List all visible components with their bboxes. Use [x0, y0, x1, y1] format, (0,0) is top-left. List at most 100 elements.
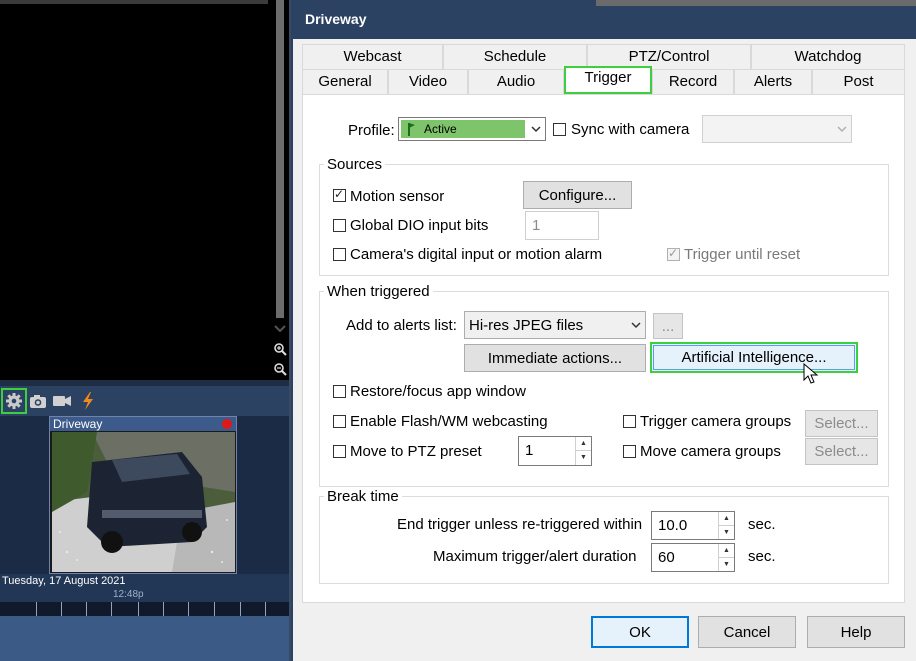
- video-scrollbar[interactable]: [270, 0, 290, 380]
- motion-sensor-checkbox[interactable]: [333, 187, 346, 202]
- tab-post[interactable]: Post: [812, 69, 905, 94]
- snapshot-button[interactable]: [27, 390, 49, 412]
- restore-focus-label: Restore/focus app window: [350, 383, 526, 400]
- tab-label: General: [318, 73, 372, 90]
- camera-icon: [30, 395, 46, 408]
- profile-value: Active: [424, 122, 457, 136]
- zoom-in-icon[interactable]: [273, 342, 287, 356]
- tab-alerts[interactable]: Alerts: [734, 69, 812, 94]
- dialog-title-bar[interactable]: Driveway: [291, 0, 916, 39]
- global-dio-label: Global DIO input bits: [350, 217, 489, 234]
- sources-group-title: Sources: [324, 156, 386, 173]
- camera-thumbnail[interactable]: Driveway: [49, 416, 237, 574]
- tab-label: Post: [843, 73, 874, 90]
- move-camera-groups-label: Move camera groups: [640, 443, 781, 460]
- ptz-preset-value: 1: [525, 442, 534, 459]
- add-alerts-label: Add to alerts list:: [346, 317, 457, 334]
- timeline-tick: [163, 602, 164, 616]
- zoom-out-icon[interactable]: [273, 362, 287, 376]
- spin-up-icon[interactable]: ▲: [719, 512, 734, 526]
- end-trigger-spinner[interactable]: ▲ ▼: [718, 512, 734, 539]
- select-trigger-groups-button[interactable]: Select...: [805, 410, 878, 437]
- global-dio-checkbox[interactable]: [333, 219, 346, 232]
- configure-button[interactable]: Configure...: [523, 181, 632, 209]
- tab-label: Record: [668, 73, 718, 90]
- timeline-track[interactable]: [0, 602, 290, 616]
- camera-input-label: Camera's digital input or motion alarm: [350, 246, 603, 263]
- global-dio-value: 1: [532, 217, 541, 234]
- timeline-tick: [36, 602, 37, 616]
- chevron-down-icon[interactable]: [273, 322, 287, 336]
- tab-audio[interactable]: Audio: [468, 69, 564, 94]
- camera-settings-button[interactable]: [1, 388, 27, 414]
- profile-select[interactable]: Active: [398, 117, 546, 141]
- tab-webcast[interactable]: Webcast: [302, 44, 443, 69]
- timeline-tick: [86, 602, 87, 616]
- ok-button[interactable]: OK: [591, 616, 689, 648]
- spin-down-icon[interactable]: ▼: [719, 558, 734, 572]
- tab-watchdog[interactable]: Watchdog: [751, 44, 905, 69]
- gear-icon: [6, 393, 22, 409]
- record-video-button[interactable]: [51, 390, 73, 412]
- timeline-time: 12:48p: [113, 589, 144, 600]
- trigger-button[interactable]: [77, 390, 99, 412]
- enable-flash-label: Enable Flash/WM webcasting: [350, 413, 548, 430]
- camera-input-checkbox[interactable]: [333, 248, 346, 261]
- profile-color-swatch: [401, 120, 525, 138]
- ptz-preset-spinner[interactable]: ▲ ▼: [575, 437, 591, 465]
- camera-properties-dialog: Driveway Webcast Schedule PTZ/Control Wa…: [291, 0, 916, 661]
- restore-focus-checkbox[interactable]: [333, 385, 346, 398]
- alerts-options-button[interactable]: ...: [653, 313, 683, 339]
- tab-label: Video: [408, 73, 448, 90]
- move-ptz-checkbox[interactable]: [333, 445, 346, 458]
- tab-video[interactable]: Video: [388, 69, 468, 94]
- move-ptz-label: Move to PTZ preset: [350, 443, 482, 460]
- trigger-until-reset-label: Trigger until reset: [684, 246, 801, 263]
- spin-down-icon[interactable]: ▼: [719, 526, 734, 540]
- max-duration-spinner[interactable]: ▲ ▼: [718, 544, 734, 571]
- global-dio-input[interactable]: 1: [525, 211, 599, 240]
- tab-record[interactable]: Record: [652, 69, 734, 94]
- timeline-tick: [111, 602, 112, 616]
- break-time-group-title: Break time: [324, 488, 402, 505]
- sync-with-camera-checkbox[interactable]: [553, 123, 566, 136]
- recording-indicator: [222, 419, 232, 429]
- max-duration-value: 60: [658, 549, 675, 566]
- add-alerts-select[interactable]: Hi-res JPEG files: [464, 311, 646, 339]
- select-move-groups-button[interactable]: Select...: [805, 438, 878, 465]
- ptz-preset-input[interactable]: 1 ▲ ▼: [518, 436, 592, 466]
- cancel-button[interactable]: Cancel: [698, 616, 796, 648]
- dialog-border: [291, 39, 293, 661]
- tab-label: Alerts: [753, 73, 793, 90]
- camera-preview-image: [52, 432, 235, 572]
- max-duration-input[interactable]: 60 ▲ ▼: [651, 543, 735, 572]
- trigger-camera-groups-label: Trigger camera groups: [640, 413, 792, 430]
- video-display-area[interactable]: [0, 0, 270, 380]
- trigger-until-reset-checkbox[interactable]: [667, 246, 680, 261]
- tab-general[interactable]: General: [302, 69, 388, 94]
- sync-profile-select[interactable]: [702, 115, 852, 143]
- spin-up-icon[interactable]: ▲: [719, 544, 734, 558]
- spin-up-icon[interactable]: ▲: [576, 437, 591, 451]
- timeline-date: Tuesday, 17 August 2021: [2, 575, 126, 587]
- tab-label: Webcast: [343, 48, 402, 65]
- timeline-tick: [265, 602, 266, 616]
- move-camera-groups-checkbox[interactable]: [623, 445, 636, 458]
- camera-thumbnail-title: Driveway: [50, 417, 236, 431]
- timeline[interactable]: Tuesday, 17 August 2021 12:48p: [0, 574, 290, 616]
- tab-trigger[interactable]: Trigger: [564, 66, 652, 94]
- trigger-camera-groups-checkbox[interactable]: [623, 415, 636, 428]
- background-image-edge: [596, 0, 916, 6]
- spin-down-icon[interactable]: ▼: [576, 451, 591, 465]
- trigger-tab-panel: Profile: Active Sync with camera Sources…: [302, 94, 905, 603]
- video-top-edge: [0, 0, 268, 4]
- scrollbar-thumb[interactable]: [276, 0, 284, 318]
- enable-flash-checkbox[interactable]: [333, 415, 346, 428]
- immediate-actions-button[interactable]: Immediate actions...: [464, 344, 646, 372]
- tab-label: Schedule: [483, 48, 547, 65]
- end-trigger-input[interactable]: 10.0 ▲ ▼: [651, 511, 735, 540]
- help-button[interactable]: Help: [807, 616, 905, 648]
- timeline-tick: [188, 602, 189, 616]
- artificial-intelligence-button[interactable]: Artificial Intelligence...: [650, 342, 858, 373]
- mouse-cursor-icon: [803, 363, 819, 384]
